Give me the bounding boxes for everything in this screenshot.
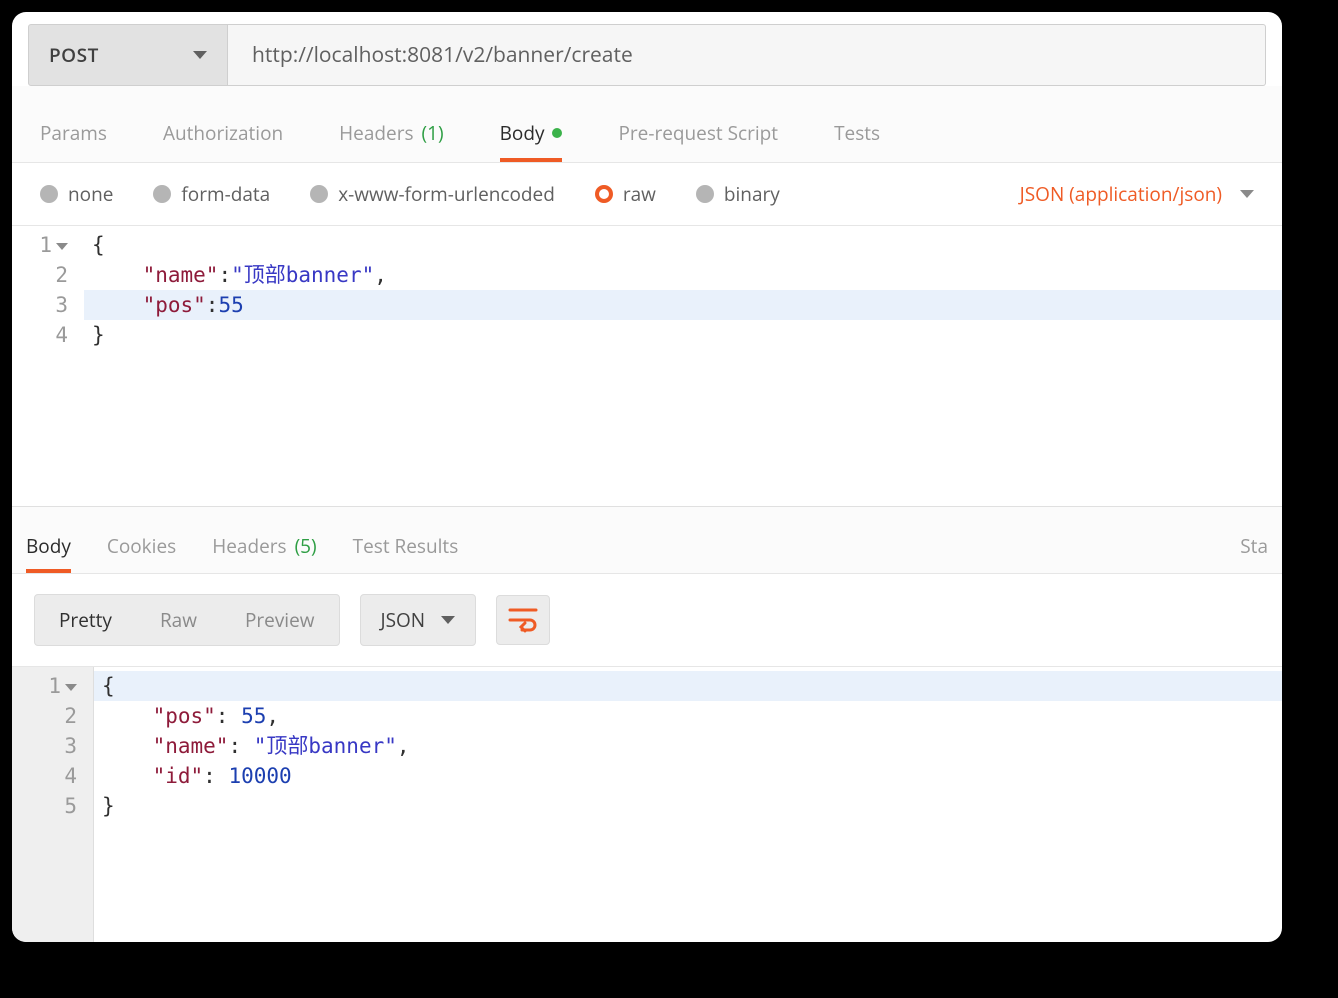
tab-params[interactable]: Params xyxy=(40,120,107,162)
response-status: Sta xyxy=(1240,533,1268,573)
code-content: { "pos": 55, "name": "顶部banner", "id": 1… xyxy=(94,667,1282,942)
word-wrap-button[interactable] xyxy=(496,595,550,645)
response-view-segment: Pretty Raw Preview xyxy=(34,594,340,646)
view-preview-button[interactable]: Preview xyxy=(221,595,339,645)
radio-icon xyxy=(696,185,714,203)
tab-headers[interactable]: Headers (1) xyxy=(339,120,443,162)
app-window: POST http://localhost:8081/v2/banner/cre… xyxy=(12,12,1282,942)
request-address-bar: POST http://localhost:8081/v2/banner/cre… xyxy=(12,12,1282,86)
radio-icon xyxy=(310,185,328,203)
radio-icon xyxy=(40,185,58,203)
http-method-value: POST xyxy=(49,42,99,68)
body-modified-dot-icon xyxy=(552,128,562,138)
body-type-binary[interactable]: binary xyxy=(696,181,780,207)
body-type-urlencoded[interactable]: x-www-form-urlencoded xyxy=(310,181,555,207)
url-input[interactable]: http://localhost:8081/v2/banner/create xyxy=(228,24,1266,86)
tab-tests[interactable]: Tests xyxy=(834,120,880,162)
chevron-down-icon xyxy=(193,51,207,59)
content-type-select[interactable]: JSON (application/json) xyxy=(1020,181,1254,207)
view-raw-button[interactable]: Raw xyxy=(136,595,221,645)
body-type-row: none form-data x-www-form-urlencoded raw… xyxy=(12,163,1282,226)
response-tabstrip: Body Cookies Headers (5) Test Results St… xyxy=(12,506,1282,574)
tab-prerequest[interactable]: Pre-request Script xyxy=(618,120,778,162)
request-tabstrip: Params Authorization Headers (1) Body Pr… xyxy=(12,86,1282,163)
response-tab-body[interactable]: Body xyxy=(26,533,71,573)
chevron-down-icon xyxy=(1240,190,1254,198)
body-type-raw[interactable]: raw xyxy=(595,181,656,207)
radio-icon xyxy=(153,185,171,203)
chevron-down-icon xyxy=(441,616,455,624)
code-content[interactable]: { "name":"顶部banner", "pos":55} xyxy=(84,226,1282,506)
request-body-editor[interactable]: 1234 { "name":"顶部banner", "pos":55} xyxy=(12,226,1282,506)
tab-authorization[interactable]: Authorization xyxy=(163,120,283,162)
body-type-none[interactable]: none xyxy=(40,181,113,207)
headers-count: (1) xyxy=(422,120,444,146)
view-pretty-button[interactable]: Pretty xyxy=(35,595,136,645)
response-headers-count: (5) xyxy=(295,533,317,559)
response-tab-headers[interactable]: Headers (5) xyxy=(212,533,316,573)
response-tab-test-results[interactable]: Test Results xyxy=(353,533,459,573)
body-type-form-data[interactable]: form-data xyxy=(153,181,270,207)
tab-body[interactable]: Body xyxy=(500,120,563,162)
radio-icon xyxy=(595,185,613,203)
http-method-select[interactable]: POST xyxy=(28,24,228,86)
line-gutter: 1234 xyxy=(12,226,84,506)
response-lang-select[interactable]: JSON xyxy=(360,594,477,646)
response-body-viewer[interactable]: 12345 { "pos": 55, "name": "顶部banner", "… xyxy=(12,666,1282,942)
line-gutter: 12345 xyxy=(12,667,94,942)
response-toolbar: Pretty Raw Preview JSON xyxy=(12,574,1282,666)
word-wrap-icon xyxy=(508,607,538,633)
response-tab-cookies[interactable]: Cookies xyxy=(107,533,176,573)
